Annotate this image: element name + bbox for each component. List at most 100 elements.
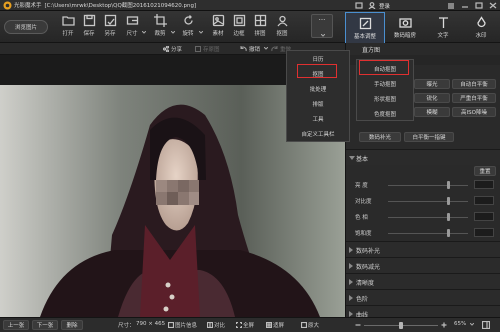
slider-row: 对比度 — [346, 195, 500, 207]
slider-row: 亮 度 — [346, 179, 500, 191]
slider-value-input[interactable] — [474, 196, 494, 205]
share-button[interactable]: 分享 — [171, 45, 182, 53]
save-icon — [83, 14, 95, 27]
slider-track[interactable] — [388, 233, 468, 234]
quick-denoise-button[interactable]: 高ISO降噪 — [452, 107, 496, 117]
section-fill-light[interactable]: 数码补光 — [346, 241, 500, 257]
zoom-slider-knob[interactable] — [399, 322, 403, 329]
fit-screen-button[interactable]: 适屏 — [273, 321, 284, 329]
compare-button[interactable]: 对比 — [214, 321, 225, 329]
user-icon[interactable] — [368, 2, 376, 9]
slider-knob[interactable] — [447, 197, 451, 205]
image-info-button[interactable]: 图片信息 — [175, 321, 197, 329]
section-basic[interactable]: 基本 — [346, 149, 500, 165]
next-image-button[interactable]: 下一张 — [32, 320, 58, 330]
tool-frame[interactable]: 边框 — [228, 14, 250, 41]
section-clarity[interactable]: 清晰度 — [346, 273, 500, 289]
menu-item-custom-toolbar[interactable]: 自定义工具栏 — [287, 126, 349, 141]
compare-icon — [207, 322, 213, 328]
slider-value-input[interactable] — [474, 212, 494, 221]
reset-button[interactable]: 重置 — [474, 166, 496, 176]
tool-resize[interactable]: 尺寸 — [121, 14, 143, 41]
original-size-button[interactable]: 原大 — [308, 321, 319, 329]
quick-sharpen-button[interactable]: 锐化 — [414, 93, 450, 103]
quick-exposure-button[interactable]: 曝光 — [414, 79, 450, 89]
zoom-slider-track[interactable] — [364, 322, 438, 329]
zoom-in-icon[interactable] — [441, 322, 447, 328]
quick-strict-wb-button[interactable]: 严重白平衡 — [452, 93, 496, 103]
section-reduce-light[interactable]: 数码减光 — [346, 257, 500, 273]
slider-track[interactable] — [388, 185, 468, 186]
chevron-down-icon[interactable] — [142, 31, 146, 34]
tool-puzzle[interactable]: 拼图 — [249, 14, 271, 41]
submenu-shape-cutout[interactable]: 形状抠图 — [357, 91, 413, 106]
slider-track[interactable] — [388, 201, 468, 202]
slider-knob[interactable] — [447, 229, 451, 237]
quick-blur-button[interactable]: 模糊 — [414, 107, 450, 117]
menu-icon[interactable] — [447, 2, 455, 9]
crop-icon — [153, 14, 167, 27]
tool-save-as[interactable]: 另存 — [99, 14, 121, 41]
quick-auto-wb-button[interactable]: 自动白平衡 — [452, 79, 496, 89]
undo-icon — [240, 46, 247, 52]
slider-knob[interactable] — [447, 213, 451, 221]
tool-open[interactable]: 打开 — [57, 14, 79, 41]
tab-basic-adjust[interactable]: 基本调整 — [345, 12, 385, 43]
menu-item-batch[interactable]: 批处理 — [287, 81, 349, 96]
tool-rotate[interactable]: 旋转 — [177, 14, 199, 41]
slider-value-input[interactable] — [474, 228, 494, 237]
digital-fill-light-button[interactable]: 数码补光 — [359, 132, 401, 142]
menu-item-layout[interactable]: 排版 — [287, 96, 349, 111]
text-icon — [438, 17, 448, 28]
tool-cutout[interactable]: 抠图 — [271, 14, 293, 41]
slider-knob[interactable] — [447, 181, 451, 189]
app-window: 光影魔术手 [C:\Users\mrwk\Desktop\QQ截图2016102… — [0, 0, 500, 332]
auto-cutout-highlight — [359, 60, 409, 75]
chevron-down-icon[interactable] — [199, 31, 203, 34]
tool-material[interactable]: 素材 — [207, 14, 229, 41]
submenu-manual-cutout[interactable]: 手动抠图 — [357, 76, 413, 91]
save-as-icon — [104, 14, 116, 27]
resize-icon — [126, 16, 138, 25]
app-logo-icon — [3, 1, 12, 10]
section-curves[interactable]: 曲线 — [346, 305, 500, 317]
submenu-chroma-cutout[interactable]: 色度抠图 — [357, 106, 413, 121]
tab-text[interactable]: 文字 — [423, 12, 463, 43]
tab-watermark[interactable]: 水印 — [461, 12, 500, 43]
chevron-down-icon[interactable] — [321, 34, 325, 37]
file-path: [C:\Users\mrwk\Desktop\QQ截图2016102109462… — [44, 3, 197, 9]
save-original-button[interactable]: 存原图 — [203, 45, 220, 53]
chevron-down-icon[interactable] — [171, 31, 175, 34]
zoom-level: 65% — [454, 321, 467, 327]
tab-digital-darkroom[interactable]: 数码暗房 — [385, 12, 425, 43]
chevron-down-icon[interactable] — [264, 47, 268, 50]
puzzle-icon — [254, 14, 266, 27]
fullscreen-icon — [236, 322, 242, 328]
tool-crop[interactable]: 裁剪 — [149, 14, 171, 41]
histogram-label: 直方图 — [362, 47, 381, 54]
tool-save[interactable]: 保存 — [78, 14, 100, 41]
slider-track[interactable] — [388, 217, 468, 218]
chevron-down-icon[interactable] — [470, 323, 474, 326]
maximize-icon[interactable] — [475, 2, 483, 9]
slider-label: 对比度 — [355, 199, 372, 205]
original-size-icon — [301, 322, 307, 328]
browse-images-button[interactable]: 浏览图片 — [4, 20, 48, 34]
size-value: 790 × 465 — [136, 321, 166, 327]
skin-icon[interactable] — [355, 2, 363, 9]
fullscreen-button[interactable]: 全屏 — [243, 321, 254, 329]
status-bar: 上一张 下一张 删除 尺寸： 790 × 465 图片信息 对比 全屏 适屏 原… — [0, 317, 500, 332]
sidebar-toggle-icon[interactable] — [482, 321, 490, 329]
minimize-icon[interactable] — [461, 2, 469, 9]
close-icon[interactable] — [489, 2, 497, 9]
wb-one-click-button[interactable]: 白平衡一指键 — [404, 132, 454, 142]
delete-button[interactable]: 删除 — [61, 320, 83, 330]
slider-value-input[interactable] — [474, 180, 494, 189]
slider-label: 亮 度 — [355, 183, 368, 189]
prev-image-button[interactable]: 上一张 — [3, 320, 29, 330]
login-button[interactable]: 登录 — [379, 2, 390, 10]
menu-item-tools[interactable]: 工具 — [287, 111, 349, 126]
section-levels[interactable]: 色阶 — [346, 289, 500, 305]
undo-button[interactable]: 撤销 — [249, 45, 260, 53]
zoom-out-icon[interactable] — [355, 322, 361, 328]
